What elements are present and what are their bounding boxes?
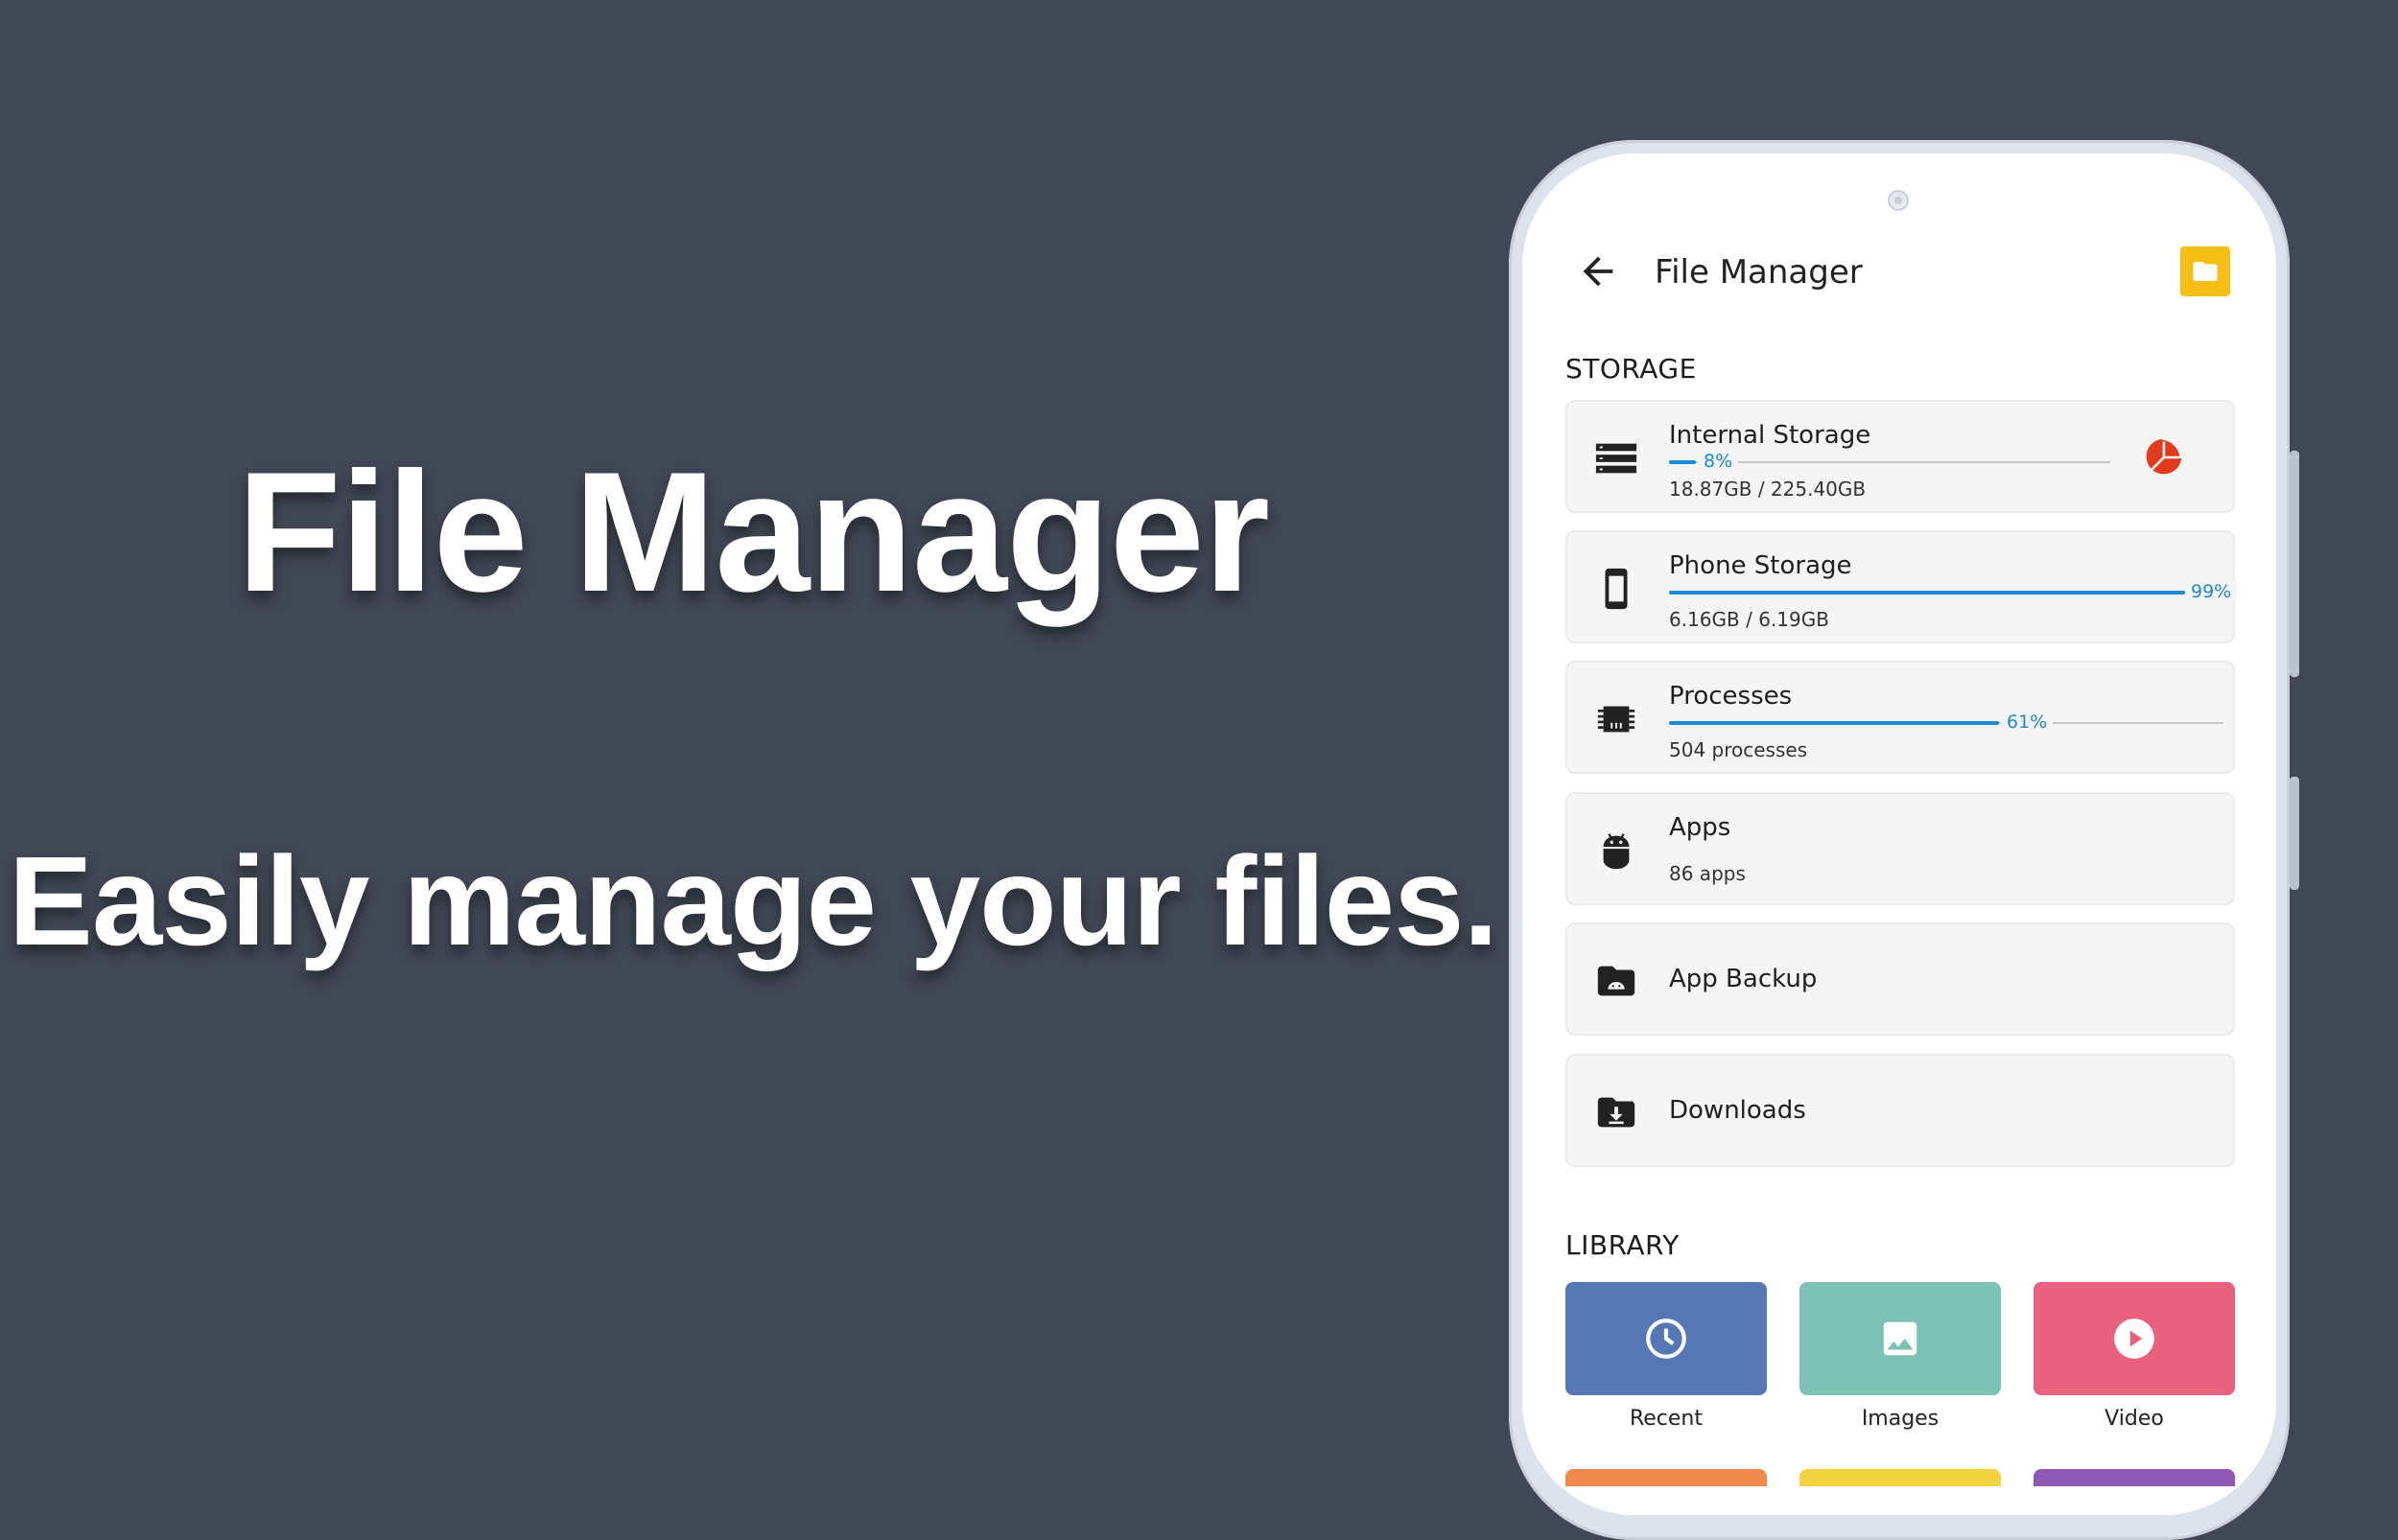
promo-title: File Manager xyxy=(236,436,1270,627)
chip-icon xyxy=(1597,706,1635,733)
library-tile-video[interactable] xyxy=(2034,1282,2235,1395)
progress-percent: 8% xyxy=(1698,451,1739,472)
download-folder-icon xyxy=(1597,1097,1635,1128)
library-tile-images[interactable] xyxy=(1799,1282,2001,1395)
storage-item-title: Internal Storage xyxy=(1669,421,1871,450)
library-tile-label: Recent xyxy=(1629,1407,1704,1431)
library-tile-recent[interactable] xyxy=(1565,1282,1767,1395)
progress-fill xyxy=(1669,721,1999,725)
phone-side-button-lower xyxy=(2290,777,2299,890)
storage-item-detail: 18.87GB / 225.40GB xyxy=(1669,478,1867,501)
storage-item-processes[interactable]: Processes 61% 504 processes xyxy=(1565,661,2235,774)
library-tile-label: Images xyxy=(1861,1407,1940,1431)
front-camera xyxy=(1888,190,1909,211)
play-icon xyxy=(2114,1318,2154,1359)
library-tile-partial-3[interactable] xyxy=(2034,1469,2235,1486)
android-icon xyxy=(1603,833,1630,870)
library-tile-partial-1[interactable] xyxy=(1565,1469,1767,1486)
storage-item-detail: 504 processes xyxy=(1669,738,1808,761)
progress-fill xyxy=(1669,591,2185,595)
android-folder-icon xyxy=(1597,966,1635,996)
progress-bar: 8% xyxy=(1669,451,2110,472)
progress-bar: 61% xyxy=(1669,712,2223,733)
phone-icon xyxy=(1605,568,1628,610)
phone-side-button-upper xyxy=(2290,451,2299,677)
progress-percent: 61% xyxy=(2001,712,2054,733)
appbar-title: File Manager xyxy=(1655,253,1863,292)
storage-item-phone[interactable]: Phone Storage 99% 6.16GB / 6.19GB xyxy=(1565,530,2238,643)
folder-button[interactable] xyxy=(2180,246,2230,296)
library-tile-label: Video xyxy=(2104,1407,2164,1431)
image-icon xyxy=(1883,1321,1917,1356)
library-section-title: LIBRARY xyxy=(1565,1229,1680,1261)
storage-section-title: STORAGE xyxy=(1565,353,1697,385)
storage-icon xyxy=(1595,443,1637,474)
promo-subtitle: Easily manage your files. xyxy=(8,830,1498,971)
storage-item-apps[interactable]: Apps 86 apps xyxy=(1565,792,2235,905)
storage-item-title: Apps xyxy=(1669,813,1731,842)
storage-item-title: App Backup xyxy=(1669,965,1818,993)
progress-percent: 99% xyxy=(2185,581,2238,602)
storage-item-app-backup[interactable]: App Backup xyxy=(1565,922,2235,1036)
back-button[interactable] xyxy=(1576,249,1620,293)
storage-item-detail: 86 apps xyxy=(1669,862,1746,885)
pie-chart-icon[interactable] xyxy=(2143,436,2185,478)
storage-item-detail: 6.16GB / 6.19GB xyxy=(1669,608,1829,631)
arrow-back-icon xyxy=(1583,256,1613,287)
storage-item-internal[interactable]: Internal Storage 8% 18.87GB / 225.40GB xyxy=(1565,400,2235,513)
library-tile-partial-2[interactable] xyxy=(1799,1469,2001,1486)
progress-bar: 99% xyxy=(1669,581,2238,602)
storage-item-downloads[interactable]: Downloads xyxy=(1565,1054,2235,1167)
storage-item-title: Downloads xyxy=(1669,1096,1806,1125)
folder-icon xyxy=(2193,262,2218,281)
progress-fill xyxy=(1669,460,1696,464)
storage-item-title: Processes xyxy=(1669,682,1793,711)
clock-icon xyxy=(1646,1318,1686,1359)
storage-item-title: Phone Storage xyxy=(1669,551,1852,580)
